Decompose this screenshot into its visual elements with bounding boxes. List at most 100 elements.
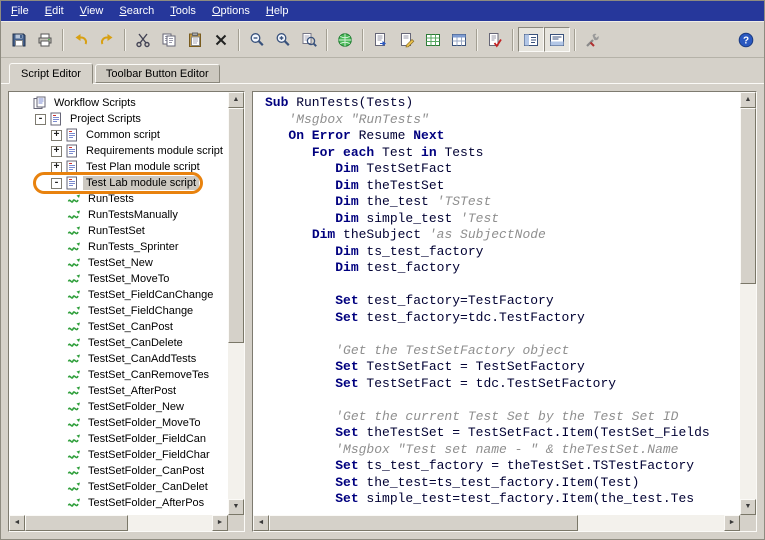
tree-item-testsetfolder-canpost[interactable]: TestSetFolder_CanPost: [11, 463, 228, 479]
undo-button[interactable]: [68, 27, 94, 52]
tree-item-runtests-sprinter[interactable]: RunTests_Sprinter: [11, 239, 228, 255]
scroll-track[interactable]: [228, 108, 244, 499]
scroll-down-button[interactable]: ▼: [228, 499, 244, 515]
menu-tools[interactable]: Tools: [162, 2, 204, 20]
menu-view[interactable]: View: [72, 2, 112, 20]
tree-item-testset-fieldcanchange[interactable]: TestSet_FieldCanChange: [11, 287, 228, 303]
scroll-up-button[interactable]: ▲: [740, 92, 756, 108]
code-token: [265, 359, 335, 374]
tree-item-requirements-module-script[interactable]: +Requirements module script: [11, 143, 228, 159]
scroll-thumb[interactable]: [269, 515, 578, 531]
tree-item-testsetfolder-fieldcan[interactable]: TestSetFolder_FieldCan: [11, 431, 228, 447]
code-editor[interactable]: Sub RunTests(Tests) 'Msgbox "RunTests" O…: [253, 92, 740, 508]
vertical-scrollbar[interactable]: ▲▼: [740, 92, 756, 515]
code-token: test_factory=tdc.TestFactory: [359, 310, 585, 325]
toggle-messages-pane-button[interactable]: [544, 27, 570, 52]
collapse-icon[interactable]: -: [51, 178, 62, 189]
scroll-track[interactable]: [269, 515, 724, 531]
code-token: [265, 491, 335, 506]
sync-button[interactable]: [332, 27, 358, 52]
toggle-scripts-tree-button[interactable]: [518, 27, 544, 52]
tree-item-label: TestSet_CanDelete: [85, 336, 186, 350]
tree-item-runtestset[interactable]: RunTestSet: [11, 223, 228, 239]
menu-help[interactable]: Help: [258, 2, 297, 20]
menu-file[interactable]: File: [3, 2, 37, 20]
tree-item-project-scripts[interactable]: -Project Scripts: [11, 111, 228, 127]
code-token: Set: [335, 310, 358, 325]
scroll-thumb[interactable]: [228, 108, 244, 343]
scroll-track[interactable]: [25, 515, 212, 531]
tab-toolbar-button-editor[interactable]: Toolbar Button Editor: [95, 64, 220, 83]
field-grid-button[interactable]: [420, 27, 446, 52]
scroll-right-button[interactable]: ►: [212, 515, 228, 531]
scroll-thumb[interactable]: [740, 108, 756, 284]
collapse-icon[interactable]: -: [35, 114, 46, 125]
tab-script-editor[interactable]: Script Editor: [9, 63, 93, 84]
tree-item-testset-afterpost[interactable]: TestSet_AfterPost: [11, 383, 228, 399]
code-token: 'TSTest: [437, 194, 492, 209]
code-line: 'Get the current Test Set by the Test Se…: [265, 409, 740, 426]
cut-button[interactable]: [130, 27, 156, 52]
code-line: Set simple_test=test_factory.Item(the_te…: [265, 491, 740, 508]
expand-icon[interactable]: +: [51, 130, 62, 141]
tree-item-testset-new[interactable]: TestSet_New: [11, 255, 228, 271]
tree-item-workflow-scripts[interactable]: Workflow Scripts: [11, 95, 228, 111]
scroll-track[interactable]: [740, 108, 756, 499]
code-token: ts_test_factory = theTestSet.TSTestFacto…: [359, 458, 694, 473]
horizontal-scrollbar[interactable]: ◄►: [9, 515, 228, 531]
scroll-up-button[interactable]: ▲: [228, 92, 244, 108]
tree-item-testsetfolder-fieldchar[interactable]: TestSetFolder_FieldChar: [11, 447, 228, 463]
tree-item-test-plan-module-script[interactable]: + Test Plan module script: [11, 159, 228, 175]
paste-button[interactable]: [182, 27, 208, 52]
find-button[interactable]: [296, 27, 322, 52]
tree-item-testset-canremovetes[interactable]: TestSet_CanRemoveTes: [11, 367, 228, 383]
tree-item-testset-fieldchange[interactable]: TestSet_FieldChange: [11, 303, 228, 319]
help-button[interactable]: ?: [733, 27, 759, 52]
syntax-check-button[interactable]: [482, 27, 508, 52]
tree-item-runtestsmanually[interactable]: RunTestsManually: [11, 207, 228, 223]
tree-item-testset-moveto[interactable]: TestSet_MoveTo: [11, 271, 228, 287]
expand-icon[interactable]: +: [51, 162, 62, 173]
horizontal-scrollbar[interactable]: ◄►: [253, 515, 740, 531]
zoom-out-button[interactable]: [244, 27, 270, 52]
code-token: the_test=ts_test_factory.Item(Test): [359, 475, 640, 490]
scroll-right-button[interactable]: ►: [724, 515, 740, 531]
menu-search[interactable]: Search: [111, 2, 162, 20]
tree-item-testsetfolder-afterpos[interactable]: TestSetFolder_AfterPos: [11, 495, 228, 511]
menu-edit[interactable]: Edit: [37, 2, 72, 20]
tree-item-testset-candelete[interactable]: TestSet_CanDelete: [11, 335, 228, 351]
tree-item-testset-canaddtests[interactable]: TestSet_CanAddTests: [11, 351, 228, 367]
tree-item-label: Test Plan module script: [83, 160, 203, 174]
redo-icon: [99, 32, 115, 48]
code-line: Dim test_factory: [265, 260, 740, 277]
expand-icon[interactable]: +: [51, 146, 62, 157]
tree-item-runtests[interactable]: RunTests: [11, 191, 228, 207]
code-token: 'Get the TestSetFactory object: [265, 343, 569, 358]
zoom-in-button[interactable]: [270, 27, 296, 52]
edit-script-button[interactable]: [394, 27, 420, 52]
code-token: [265, 310, 335, 325]
delete-button[interactable]: [208, 27, 234, 52]
export-script-button[interactable]: [368, 27, 394, 52]
save-button[interactable]: [6, 27, 32, 52]
customize-tools-button[interactable]: [580, 27, 606, 52]
tree-item-testsetfolder-new[interactable]: TestSetFolder_New: [11, 399, 228, 415]
scroll-thumb[interactable]: [25, 515, 128, 531]
script-icon: [67, 464, 81, 478]
entity-grid-button[interactable]: [446, 27, 472, 52]
scroll-left-button[interactable]: ◄: [253, 515, 269, 531]
code-token: Set: [335, 475, 358, 490]
scroll-left-button[interactable]: ◄: [9, 515, 25, 531]
copy-button[interactable]: [156, 27, 182, 52]
tree-item-testsetfolder-candelet[interactable]: TestSetFolder_CanDelet: [11, 479, 228, 495]
tree-item-test-lab-module-script[interactable]: -Test Lab module script: [11, 175, 228, 191]
vertical-scrollbar[interactable]: ▲▼: [228, 92, 244, 515]
print-button[interactable]: [32, 27, 58, 52]
tree-item-testset-canpost[interactable]: TestSet_CanPost: [11, 319, 228, 335]
redo-button[interactable]: [94, 27, 120, 52]
tree-item-testsetfolder-moveto[interactable]: TestSetFolder_MoveTo: [11, 415, 228, 431]
scroll-down-button[interactable]: ▼: [740, 499, 756, 515]
code-line: Dim theTestSet: [265, 178, 740, 195]
menu-options[interactable]: Options: [204, 2, 258, 20]
tree-item-common-script[interactable]: +Common script: [11, 127, 228, 143]
